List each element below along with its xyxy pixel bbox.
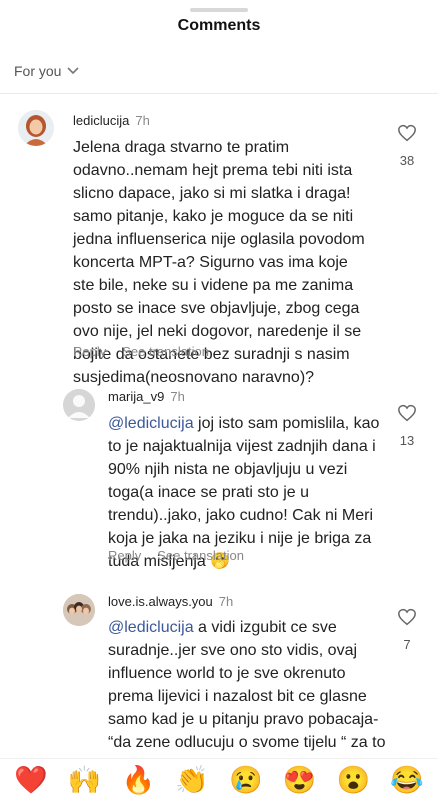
- comment-username[interactable]: lediclucija: [73, 113, 129, 128]
- comment-time: 7h: [170, 389, 185, 404]
- like-button[interactable]: 13: [392, 404, 422, 448]
- like-button[interactable]: 38: [392, 124, 422, 168]
- filter-label: For you: [14, 63, 62, 79]
- emoji-surprised[interactable]: 😮: [337, 765, 371, 795]
- comment-text: joj isto sam pomislila, kao to je najakt…: [108, 415, 380, 570]
- drag-handle[interactable]: [190, 8, 248, 12]
- like-count: 7: [403, 637, 411, 652]
- comment-time: 7h: [135, 113, 150, 128]
- reply-button[interactable]: Reply: [108, 548, 141, 563]
- emoji-reaction-bar: ❤️ 🙌 🔥 👏 😢 😍 😮 😂: [0, 758, 438, 800]
- mention-link[interactable]: @lediclucija: [108, 619, 194, 636]
- heart-icon: [398, 608, 416, 626]
- heart-icon: [398, 124, 416, 142]
- avatar[interactable]: [63, 389, 95, 421]
- see-translation-button[interactable]: See translation: [122, 344, 209, 359]
- reply-button[interactable]: Reply: [73, 344, 106, 359]
- chevron-down-icon: [67, 67, 80, 75]
- like-count: 38: [399, 153, 415, 168]
- emoji-crying[interactable]: 😢: [229, 765, 263, 795]
- avatar-image: [18, 110, 54, 146]
- see-translation-button[interactable]: See translation: [157, 548, 244, 563]
- avatar-image: [63, 594, 95, 626]
- emoji-clap[interactable]: 👏: [175, 765, 209, 795]
- comment-username[interactable]: marija_v9: [108, 389, 164, 404]
- heart-icon: [398, 404, 416, 422]
- default-avatar-icon: [63, 389, 95, 421]
- emoji-laughing[interactable]: 😂: [390, 765, 424, 795]
- divider: [0, 93, 438, 94]
- like-count: 13: [399, 433, 415, 448]
- avatar[interactable]: [18, 110, 54, 146]
- comment-time: 7h: [218, 594, 234, 609]
- comment-username[interactable]: love.is.always.you: [108, 594, 213, 609]
- filter-dropdown[interactable]: For you: [14, 63, 80, 79]
- page-title: Comments: [177, 17, 261, 34]
- avatar[interactable]: [63, 594, 95, 626]
- emoji-heart[interactable]: ❤️: [14, 765, 48, 795]
- like-button[interactable]: 7: [392, 608, 422, 652]
- comment-text: a vidi izgubit ce sve suradnje..jer sve …: [108, 619, 386, 751]
- emoji-raised-hands[interactable]: 🙌: [68, 765, 102, 795]
- mention-link[interactable]: @lediclucija: [108, 415, 194, 432]
- emoji-heart-eyes[interactable]: 😍: [283, 765, 317, 795]
- emoji-fire[interactable]: 🔥: [122, 765, 156, 795]
